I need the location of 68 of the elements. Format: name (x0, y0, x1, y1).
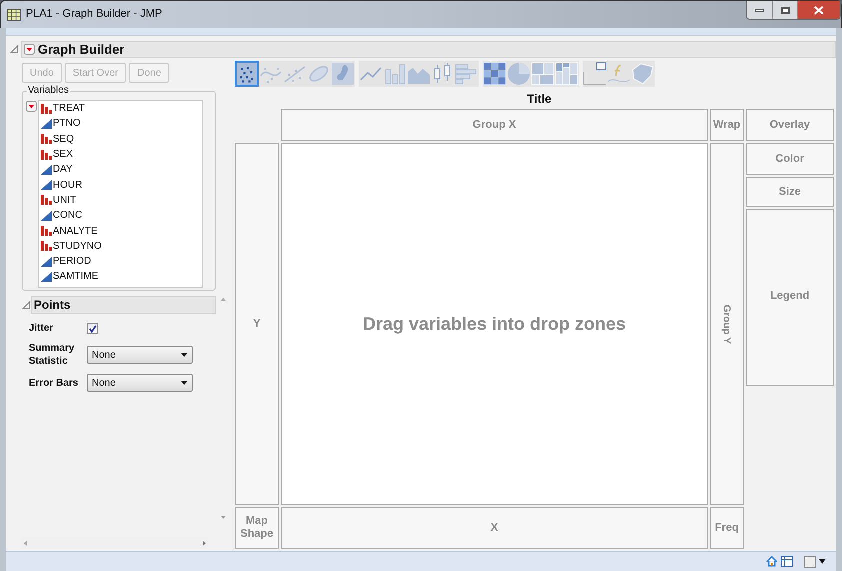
bar-chart-icon (41, 241, 52, 252)
triangle-icon (41, 180, 52, 190)
variable-item[interactable]: STUDYNO (41, 238, 202, 254)
jitter-checkbox[interactable] (87, 323, 98, 334)
home-icon[interactable] (766, 556, 778, 567)
triangle-icon (41, 272, 52, 282)
dropdown[interactable]: None (87, 374, 193, 392)
scroll-up-icon (220, 298, 226, 301)
field-label: Summary Statistic (29, 342, 76, 368)
minimize-button[interactable] (747, 1, 773, 19)
window-title: PLA1 - Graph Builder - JMP (26, 7, 162, 22)
caption-box-icon (583, 62, 607, 86)
bar-chart-icon (41, 226, 52, 236)
variable-item[interactable]: DAY (41, 162, 202, 178)
triangle-icon (41, 256, 52, 267)
variable-item[interactable]: HOUR (41, 177, 202, 193)
graph-type-button[interactable] (555, 61, 579, 87)
table-icon[interactable] (781, 556, 793, 567)
variable-item[interactable]: SAMTIME (41, 269, 202, 285)
variable-item[interactable]: UNIT (41, 192, 202, 208)
graph-type-button[interactable] (331, 61, 355, 87)
variable-item[interactable]: TREAT (41, 101, 202, 116)
treemap-icon (531, 62, 555, 86)
vertical-scrollbar[interactable] (218, 296, 228, 521)
mosaic-icon (555, 62, 579, 86)
caret-icon (181, 381, 188, 385)
pie-chart-icon (507, 62, 531, 86)
drop-hint: Drag variables into drop zones (362, 312, 626, 336)
variable-item[interactable]: ANALYTE (41, 223, 202, 239)
caret-icon (181, 353, 188, 357)
bar-chart-icon (41, 134, 52, 144)
app-grid-icon (7, 8, 21, 20)
bar-chart-icon (41, 195, 52, 206)
caret-icon[interactable] (819, 559, 826, 564)
bar-chart-icon (41, 150, 52, 160)
contour-icon (331, 62, 355, 86)
scroll-right-icon (203, 540, 206, 546)
field-label: Error Bars (29, 376, 80, 390)
section-title: Points (34, 297, 71, 314)
heatmap-icon (483, 62, 507, 86)
variable-item[interactable]: SEX (41, 146, 202, 162)
check-icon (88, 324, 96, 332)
scroll-down-icon (220, 516, 226, 519)
bar-chart-icon (383, 62, 407, 86)
variable-item[interactable]: PERIOD (41, 254, 202, 270)
report-title: Graph Builder (38, 40, 125, 59)
histogram-icon (455, 62, 479, 86)
maximize-button[interactable] (773, 1, 798, 19)
field-label: Jitter (29, 322, 54, 336)
graph-type-button[interactable] (235, 61, 259, 87)
graph-type-button[interactable] (483, 61, 507, 87)
graph-type-button[interactable] (583, 61, 607, 87)
scroll-left-icon (24, 540, 27, 546)
variable-item[interactable]: CONC (41, 208, 202, 224)
triangle-icon (41, 164, 52, 175)
triangle-icon (41, 118, 52, 129)
triangle-icon (41, 210, 52, 221)
map-shape-icon (631, 62, 655, 86)
disclosure-icon[interactable] (22, 300, 31, 310)
close-icon (814, 6, 824, 14)
close-button[interactable] (798, 1, 840, 19)
dropdown[interactable]: None (87, 346, 193, 364)
graph-title[interactable]: Title (527, 92, 552, 106)
variable-item[interactable]: PTNO (41, 116, 202, 132)
variable-item[interactable]: SEQ (41, 132, 202, 147)
window-toggle-icon[interactable] (804, 556, 816, 568)
disclosure-icon[interactable] (10, 45, 19, 54)
bar-chart-icon (41, 104, 52, 114)
